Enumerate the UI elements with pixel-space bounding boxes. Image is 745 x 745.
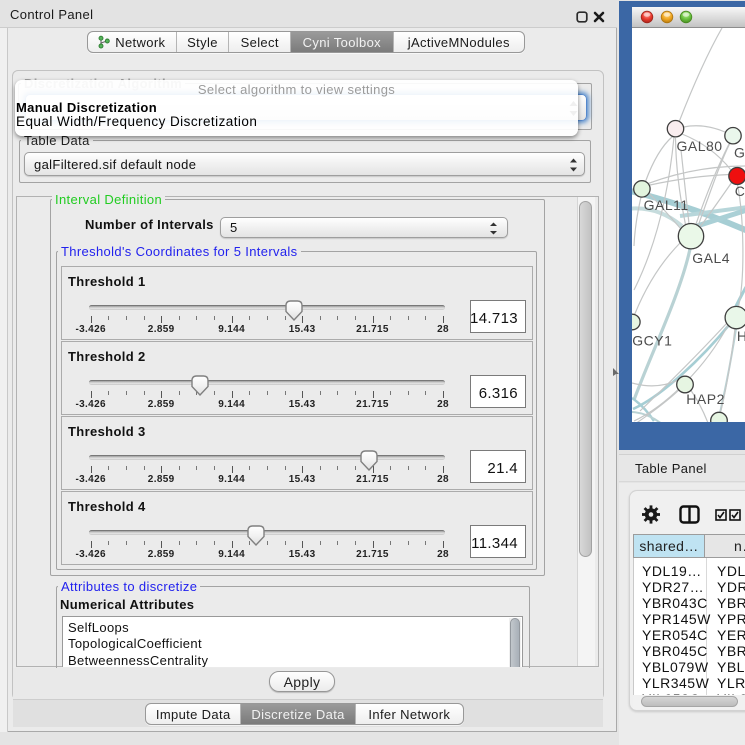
svg-text:GAL80: GAL80	[677, 138, 723, 154]
svg-text:GA: GA	[734, 145, 745, 161]
svg-text:GAL11: GAL11	[644, 197, 689, 213]
svg-text:C: C	[735, 183, 745, 199]
svg-text:GCY1: GCY1	[632, 333, 672, 349]
svg-text:H: H	[737, 328, 745, 344]
svg-text:HAP2: HAP2	[686, 391, 725, 407]
svg-text:GAL4: GAL4	[692, 250, 730, 266]
